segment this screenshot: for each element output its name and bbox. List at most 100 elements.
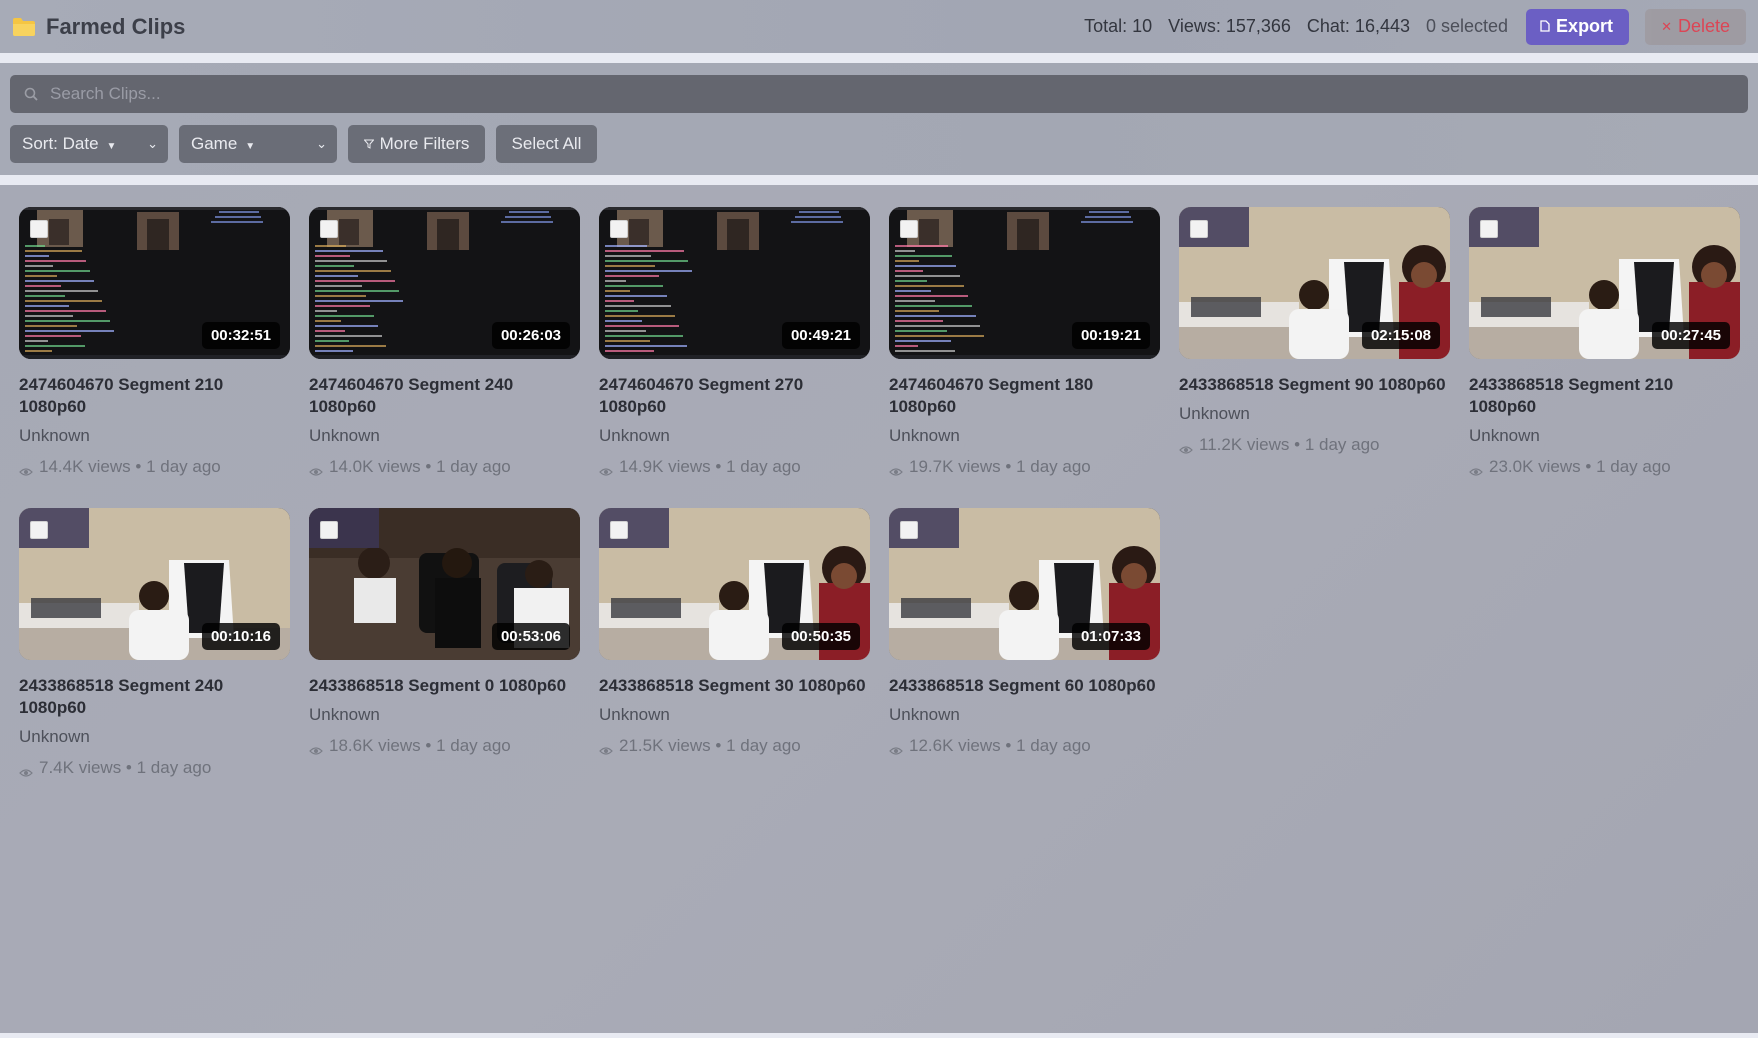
search-input[interactable] — [50, 84, 1734, 104]
eye-icon — [19, 462, 33, 476]
clip-title[interactable]: 2474604670 Segment 270 1080p60 — [599, 374, 870, 418]
page-title: Farmed Clips — [46, 13, 186, 39]
eye-icon — [599, 462, 613, 476]
game-label: Game — [191, 134, 238, 153]
select-checkbox[interactable] — [320, 220, 338, 238]
clip-thumbnail[interactable]: 02:15:08 — [1179, 207, 1450, 359]
eye-icon — [599, 741, 613, 755]
clip-meta: 14.9K views • 1 day ago — [599, 457, 870, 477]
clip-thumbnail[interactable]: 00:50:35 — [599, 508, 870, 660]
duration-badge: 00:10:16 — [201, 623, 280, 650]
select-all-button[interactable]: Select All — [496, 125, 597, 163]
select-checkbox[interactable] — [320, 521, 338, 539]
clip-views: 14.9K views — [619, 457, 711, 476]
clip-category: Unknown — [889, 705, 960, 724]
clip-title[interactable]: 2433868518 Segment 210 1080p60 — [1469, 374, 1740, 418]
export-button[interactable]: Export — [1526, 8, 1630, 45]
clip-age: 1 day ago — [136, 758, 212, 777]
clip-meta: 19.7K views • 1 day ago — [889, 457, 1160, 477]
meta-separator: • — [1000, 457, 1017, 476]
clip-meta: 21.5K views • 1 day ago — [599, 736, 870, 756]
clip-title[interactable]: 2474604670 Segment 240 1080p60 — [309, 374, 580, 418]
meta-separator: • — [130, 457, 147, 476]
select-checkbox[interactable] — [1190, 220, 1208, 238]
clip-category: Unknown — [599, 426, 670, 445]
meta-separator: • — [710, 457, 727, 476]
clip-category: Unknown — [19, 727, 90, 746]
search-icon — [24, 87, 38, 101]
clip-title[interactable]: 2433868518 Segment 240 1080p60 — [19, 675, 290, 719]
select-checkbox[interactable] — [900, 220, 918, 238]
clip-card[interactable]: 00:27:45 2433868518 Segment 210 1080p60 … — [1469, 207, 1740, 477]
clip-card[interactable]: 00:53:06 2433868518 Segment 0 1080p60 Un… — [309, 508, 580, 756]
select-all-label: Select All — [511, 134, 582, 153]
clip-thumbnail[interactable]: 01:07:33 — [889, 508, 1160, 660]
eye-icon — [1179, 440, 1193, 454]
clip-thumbnail[interactable]: 00:26:03 — [309, 207, 580, 359]
clip-meta: 7.4K views • 1 day ago — [19, 758, 290, 778]
search-bar[interactable] — [10, 75, 1748, 113]
clip-title[interactable]: 2474604670 Segment 180 1080p60 — [889, 374, 1160, 418]
clip-views: 18.6K views — [329, 736, 421, 755]
clip-views: 12.6K views — [909, 736, 1001, 755]
duration-badge: 01:07:33 — [1071, 623, 1150, 650]
caret-down-icon: ▼ — [245, 141, 256, 152]
clip-thumbnail[interactable]: 00:27:45 — [1469, 207, 1740, 359]
clip-card[interactable]: 00:50:35 2433868518 Segment 30 1080p60 U… — [599, 508, 870, 756]
meta-separator: • — [121, 758, 137, 777]
eye-icon — [1469, 462, 1483, 476]
duration-badge: 00:32:51 — [201, 322, 280, 349]
meta-separator: • — [420, 736, 437, 755]
clip-card[interactable]: 00:32:51 2474604670 Segment 210 1080p60 … — [19, 207, 290, 477]
delete-button[interactable]: ✕ Delete — [1645, 8, 1746, 45]
duration-badge: 00:27:45 — [1651, 322, 1730, 349]
clip-card[interactable]: 00:19:21 2474604670 Segment 180 1080p60 … — [889, 207, 1160, 477]
clip-age: 1 day ago — [726, 457, 801, 476]
more-filters-button[interactable]: More Filters — [348, 125, 485, 163]
clip-age: 1 day ago — [1016, 736, 1091, 755]
game-select[interactable]: Game ▼ ⌄ — [179, 125, 337, 163]
eye-icon — [309, 741, 323, 755]
select-checkbox[interactable] — [610, 521, 628, 539]
clip-thumbnail[interactable]: 00:10:16 — [19, 508, 290, 660]
clip-age: 1 day ago — [726, 736, 801, 755]
clips-grid: 00:32:51 2474604670 Segment 210 1080p60 … — [0, 185, 1758, 1033]
clip-thumbnail[interactable]: 00:53:06 — [309, 508, 580, 660]
clip-thumbnail[interactable]: 00:19:21 — [889, 207, 1160, 359]
clip-meta: 14.4K views • 1 day ago — [19, 457, 290, 477]
clip-card[interactable]: 00:26:03 2474604670 Segment 240 1080p60 … — [309, 207, 580, 477]
clip-card[interactable]: 00:49:21 2474604670 Segment 270 1080p60 … — [599, 207, 870, 477]
clip-age: 1 day ago — [436, 457, 511, 476]
close-icon: ✕ — [1661, 18, 1672, 34]
sort-select[interactable]: Sort: Date ▼ ⌄ — [10, 125, 168, 163]
clip-title[interactable]: 2433868518 Segment 0 1080p60 — [309, 675, 580, 697]
meta-separator: • — [1289, 435, 1305, 454]
clip-card[interactable]: 00:10:16 2433868518 Segment 240 1080p60 … — [19, 508, 290, 778]
select-checkbox[interactable] — [30, 220, 48, 238]
clip-meta: 11.2K views • 1 day ago — [1179, 435, 1450, 455]
eye-icon — [889, 462, 903, 476]
select-checkbox[interactable] — [610, 220, 628, 238]
clip-thumbnail[interactable]: 00:32:51 — [19, 207, 290, 359]
total-views: Views: 157,366 — [1168, 16, 1291, 36]
app-header: Farmed Clips Total: 10 Views: 157,366 Ch… — [0, 0, 1758, 53]
select-checkbox[interactable] — [900, 521, 918, 539]
clip-card[interactable]: 02:15:08 2433868518 Segment 90 1080p60 U… — [1179, 207, 1450, 455]
clip-card[interactable]: 01:07:33 2433868518 Segment 60 1080p60 U… — [889, 508, 1160, 756]
clip-views: 21.5K views — [619, 736, 711, 755]
export-label: Export — [1556, 16, 1614, 36]
total-count: Total: 10 — [1084, 16, 1153, 36]
eye-icon — [19, 763, 33, 777]
clip-title[interactable]: 2433868518 Segment 90 1080p60 — [1179, 374, 1450, 396]
clip-title[interactable]: 2433868518 Segment 30 1080p60 — [599, 675, 870, 697]
eye-icon — [309, 462, 323, 476]
clip-age: 1 day ago — [1016, 457, 1091, 476]
clip-title[interactable]: 2433868518 Segment 60 1080p60 — [889, 675, 1160, 697]
duration-badge: 00:49:21 — [781, 322, 860, 349]
select-checkbox[interactable] — [1480, 220, 1498, 238]
clip-thumbnail[interactable]: 00:49:21 — [599, 207, 870, 359]
clip-category: Unknown — [19, 426, 90, 445]
clip-age: 1 day ago — [1304, 435, 1380, 454]
clip-title[interactable]: 2474604670 Segment 210 1080p60 — [19, 374, 290, 418]
select-checkbox[interactable] — [30, 521, 48, 539]
